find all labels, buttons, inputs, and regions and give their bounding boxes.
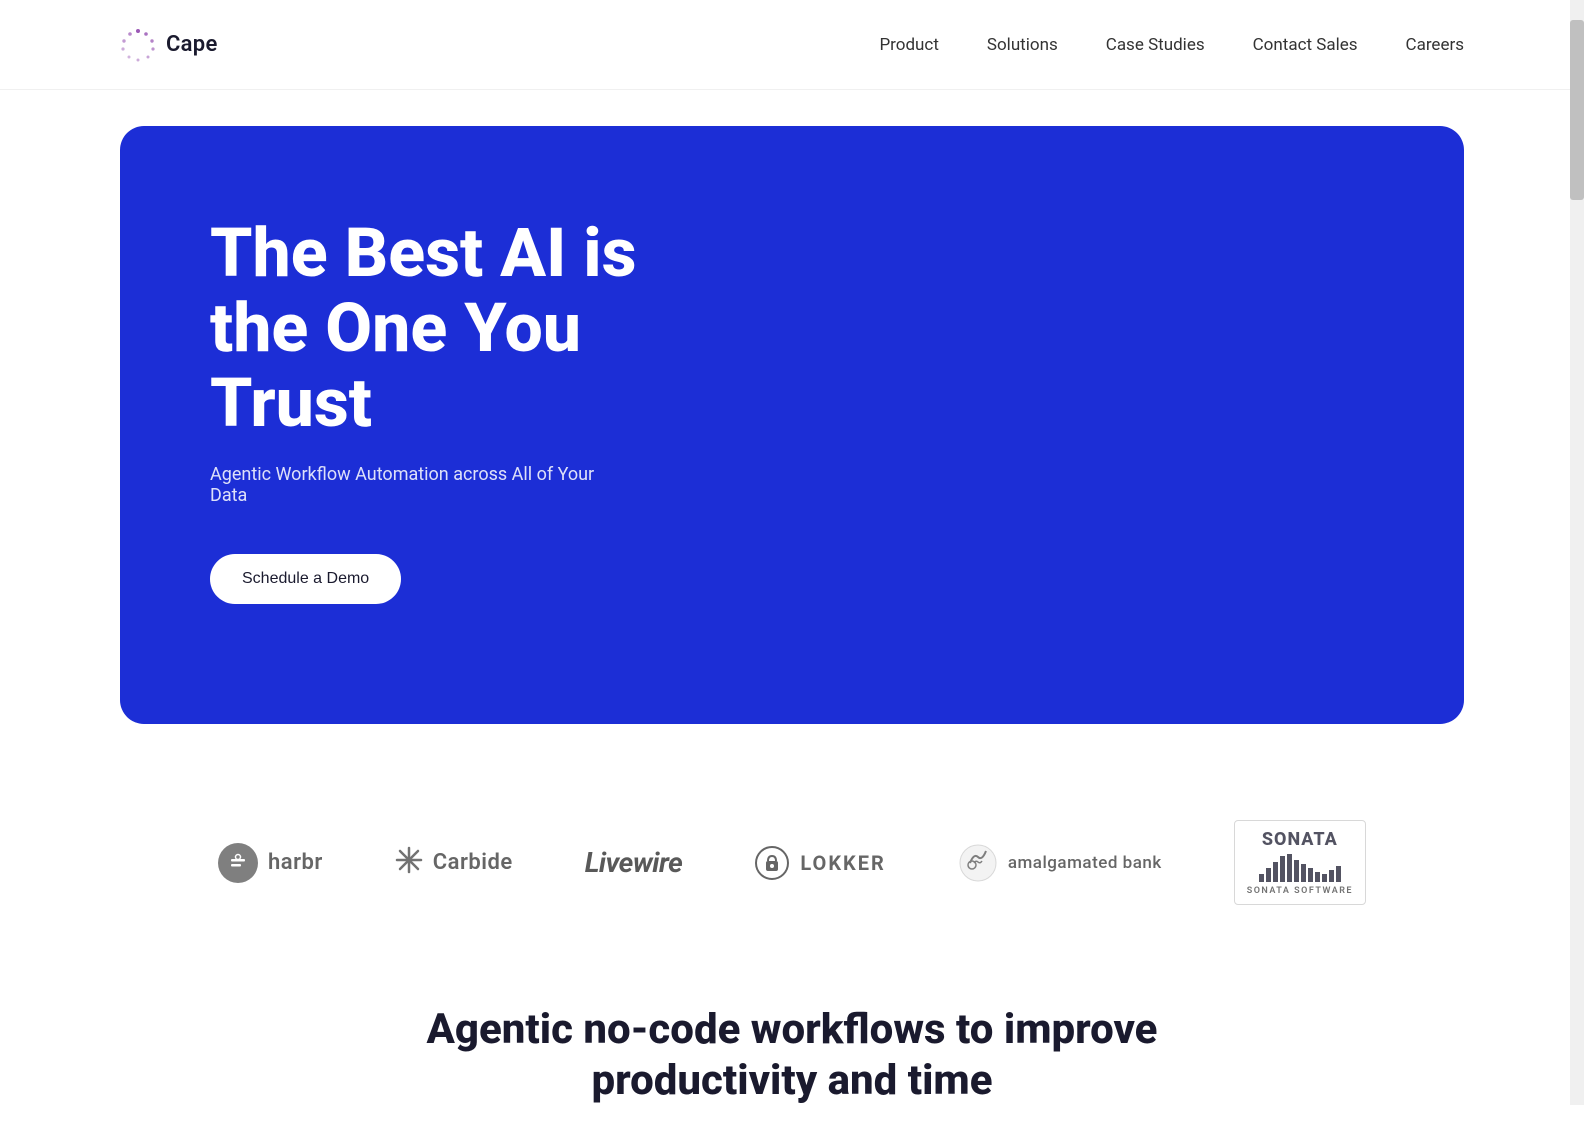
amalgamated-text: amalgamated bank (1008, 853, 1162, 873)
sonata-bars (1259, 854, 1341, 882)
carbide-text: Carbide (433, 850, 513, 875)
schedule-demo-button[interactable]: Schedule a Demo (210, 554, 401, 604)
carbide-icon (395, 846, 423, 880)
logo-sonata: SONATA SONATA SOFTWARE (1234, 820, 1366, 905)
scrollbar[interactable] (1570, 0, 1584, 1105)
harbr-icon (218, 843, 258, 883)
logo-harbr: harbr (218, 843, 323, 883)
nav-link-case-studies[interactable]: Case Studies (1106, 35, 1205, 55)
logo-lokker: LOKKER (754, 845, 885, 881)
logo[interactable]: Cape (120, 27, 218, 63)
hero-card: The Best AI is the One You Trust Agentic… (120, 126, 1464, 724)
nav-link-product[interactable]: Product (879, 35, 938, 55)
logo-carbide: Carbide (395, 846, 513, 880)
sonata-box: SONATA SONATA SOFTWARE (1234, 820, 1366, 905)
nav-links: Product Solutions Case Studies Contact S… (879, 35, 1464, 55)
sonata-top-text: SONATA (1262, 829, 1338, 850)
nav-link-careers[interactable]: Careers (1406, 35, 1464, 55)
logo-livewire: Livewire (585, 846, 683, 879)
bottom-section: Agentic no-code workflows to improve pro… (0, 945, 1584, 1126)
nav-link-solutions[interactable]: Solutions (987, 35, 1058, 55)
nav-link-contact-sales[interactable]: Contact Sales (1253, 35, 1358, 55)
logo-amalgamated: amalgamated bank (958, 843, 1162, 883)
sonata-bottom-text: SONATA SOFTWARE (1247, 886, 1353, 896)
lokker-icon (754, 845, 790, 881)
hero-subtitle: Agentic Workflow Automation across All o… (210, 464, 630, 506)
amalgamated-icon (958, 843, 998, 883)
livewire-text: Livewire (585, 846, 683, 879)
harbr-text: harbr (268, 850, 323, 875)
hero-title: The Best AI is the One You Trust (210, 216, 750, 440)
hero-section: The Best AI is the One You Trust Agentic… (0, 90, 1584, 760)
lokker-text: LOKKER (800, 851, 885, 875)
logo-text: Cape (166, 32, 218, 57)
cape-logo-icon (120, 27, 156, 63)
scrollbar-thumb[interactable] (1570, 20, 1584, 200)
logos-section: harbr Carbide Livewire LOKKER (0, 760, 1584, 945)
bottom-heading: Agentic no-code workflows to improve pro… (342, 1005, 1242, 1106)
navbar: Cape Product Solutions Case Studies Cont… (0, 0, 1584, 90)
